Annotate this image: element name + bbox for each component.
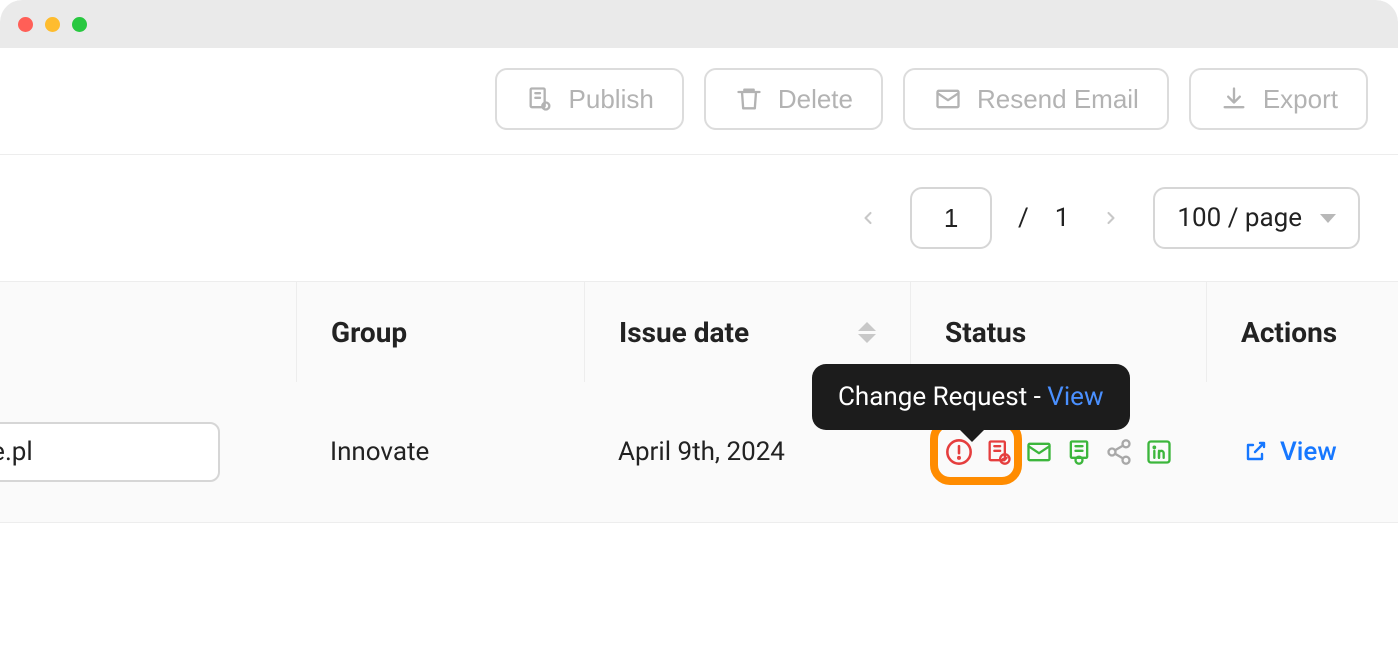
window-maximize-button[interactable] xyxy=(72,17,87,32)
page-size-select[interactable]: 100 / page xyxy=(1153,187,1360,249)
status-tooltip: Change Request - View xyxy=(812,364,1130,430)
envelope-icon[interactable] xyxy=(1024,437,1054,467)
window-minimize-button[interactable] xyxy=(45,17,60,32)
publish-label: Publish xyxy=(569,84,654,115)
cell-name: ole.pl xyxy=(0,382,296,522)
delete-button[interactable]: Delete xyxy=(704,68,883,130)
sort-icon[interactable] xyxy=(858,322,876,343)
chevron-down-icon xyxy=(1320,214,1336,223)
next-page-button[interactable] xyxy=(1095,202,1127,235)
name-input-truncated[interactable]: ole.pl xyxy=(0,422,220,482)
publish-button[interactable]: Publish xyxy=(495,68,684,130)
page-total: 1 xyxy=(1055,203,1070,233)
external-link-icon xyxy=(1240,437,1270,467)
share-icon[interactable] xyxy=(1104,437,1134,467)
prev-page-button[interactable] xyxy=(852,202,884,235)
export-label: Export xyxy=(1263,84,1338,115)
table-header-row: Group Issue date Status Actions xyxy=(0,282,1398,382)
table-row: ole.pl Innovate April 9th, 2024 xyxy=(0,382,1398,522)
resend-email-button[interactable]: Resend Email xyxy=(903,68,1169,130)
export-button[interactable]: Export xyxy=(1189,68,1368,130)
linkedin-icon[interactable] xyxy=(1144,437,1174,467)
column-header-actions: Actions xyxy=(1206,282,1398,382)
document-check-icon[interactable] xyxy=(984,437,1014,467)
window-titlebar xyxy=(0,0,1398,48)
view-link[interactable]: View xyxy=(1240,437,1337,467)
action-toolbar: Publish Delete Resend Email Export xyxy=(0,48,1398,155)
publish-icon xyxy=(525,84,555,114)
tooltip-view-link[interactable]: View xyxy=(1047,382,1103,412)
delete-label: Delete xyxy=(778,84,853,115)
trash-icon xyxy=(734,84,764,114)
cell-actions: View xyxy=(1206,382,1398,522)
pagination-bar: / 1 100 / page xyxy=(0,155,1398,281)
download-icon xyxy=(1219,84,1249,114)
column-header-group[interactable]: Group xyxy=(296,282,584,382)
certificate-icon[interactable] xyxy=(1064,437,1094,467)
page-number-input[interactable] xyxy=(910,187,992,249)
window-close-button[interactable] xyxy=(18,17,33,32)
page-separator: / xyxy=(1018,203,1029,233)
mail-icon xyxy=(933,84,963,114)
page-size-label: 100 / page xyxy=(1177,203,1302,233)
app-window: Publish Delete Resend Email Export / 1 xyxy=(0,0,1398,650)
tooltip-text: Change Request - xyxy=(838,382,1047,412)
cell-group: Innovate xyxy=(296,382,584,522)
data-table: Group Issue date Status Actions ole.pl xyxy=(0,281,1398,523)
column-header-blank xyxy=(0,282,296,382)
resend-label: Resend Email xyxy=(977,84,1139,115)
